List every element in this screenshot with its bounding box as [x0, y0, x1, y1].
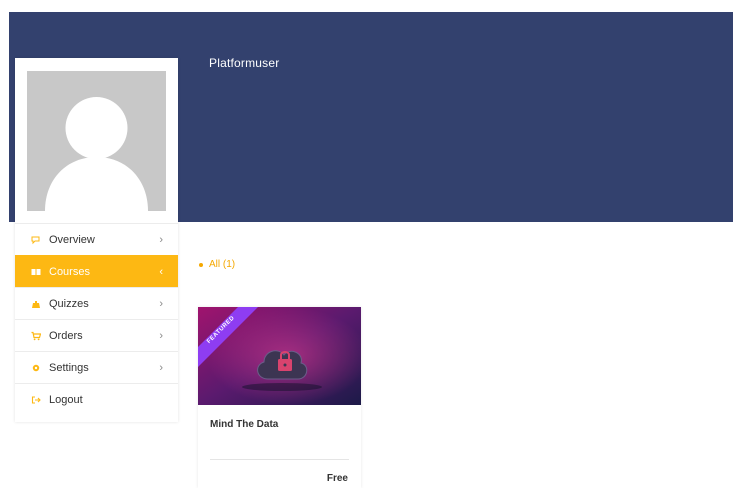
bullet-icon: [199, 262, 203, 267]
quizzes-icon: [31, 299, 41, 309]
card-divider: [210, 459, 349, 460]
chevron-left-icon: ‹: [159, 265, 163, 278]
menu-item-label: Courses: [49, 265, 90, 278]
menu-item-courses[interactable]: Courses ‹: [15, 255, 178, 287]
menu-item-label: Quizzes: [49, 297, 89, 310]
filter-all-label: All (1): [209, 259, 236, 270]
profile-menu: Overview › Courses ‹ Quizzes › Orders ›: [15, 223, 178, 415]
chevron-right-icon: ›: [159, 297, 163, 310]
profile-sidebar: Overview › Courses ‹ Quizzes › Orders ›: [15, 58, 178, 422]
menu-item-settings[interactable]: Settings ›: [15, 351, 178, 383]
menu-item-label: Settings: [49, 361, 89, 374]
course-thumbnail[interactable]: FEATURED: [198, 307, 361, 405]
course-title[interactable]: Mind The Data: [210, 419, 278, 430]
menu-item-label: Orders: [49, 329, 83, 342]
top-strip: [0, 0, 733, 12]
logout-icon: [31, 395, 41, 405]
chevron-right-icon: ›: [159, 329, 163, 342]
cart-icon: [31, 331, 41, 341]
menu-item-overview[interactable]: Overview ›: [15, 223, 178, 255]
menu-item-label: Logout: [49, 393, 83, 406]
courses-icon: [31, 267, 41, 277]
avatar: [27, 71, 166, 211]
chevron-right-icon: ›: [159, 361, 163, 374]
menu-item-logout[interactable]: Logout: [15, 383, 178, 415]
course-card[interactable]: FEATURED Mind The Data Free: [198, 307, 361, 488]
gear-icon: [31, 363, 41, 373]
menu-item-quizzes[interactable]: Quizzes ›: [15, 287, 178, 319]
menu-item-label: Overview: [49, 233, 95, 246]
profile-username: Platformuser: [209, 56, 280, 70]
course-price: Free: [326, 473, 348, 484]
filter-all[interactable]: All (1): [199, 259, 235, 270]
avatar-placeholder-icon: [27, 71, 166, 211]
overview-icon: [31, 235, 41, 245]
chevron-right-icon: ›: [159, 233, 163, 246]
menu-item-orders[interactable]: Orders ›: [15, 319, 178, 351]
